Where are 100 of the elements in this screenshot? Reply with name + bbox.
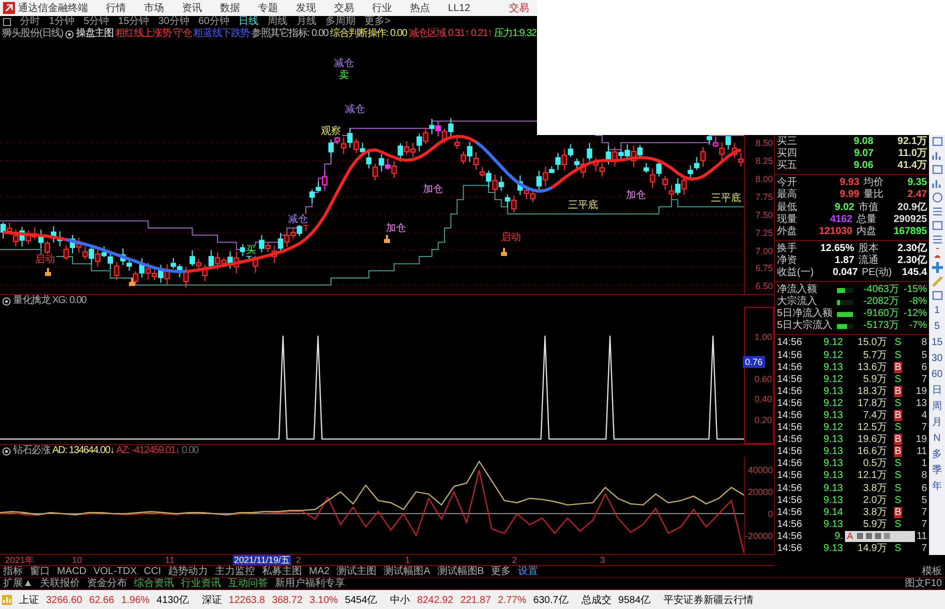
- period-tab[interactable]: 1分钟: [49, 16, 75, 28]
- index-name[interactable]: 上证: [19, 593, 39, 607]
- indicator-name[interactable]: 量化擒龙: [13, 295, 50, 307]
- window-icon[interactable]: [932, 290, 942, 301]
- indicator-legend: 守仓: [173, 28, 192, 40]
- period-button[interactable]: 年: [932, 480, 942, 493]
- quote-value: 2.30亿: [898, 242, 928, 254]
- date-axis-label: 2: [296, 555, 302, 565]
- period-button[interactable]: 60: [931, 368, 943, 381]
- app-title: 通达信金融终端: [18, 2, 88, 15]
- period-button[interactable]: 日: [932, 384, 942, 397]
- menu-item[interactable]: 市场: [144, 1, 164, 15]
- target-icon[interactable]: [2, 446, 11, 456]
- list-icon[interactable]: [932, 206, 942, 217]
- trade-button[interactable]: 交易: [509, 1, 529, 15]
- indicator-value: AD: 134644.00↓: [52, 445, 114, 457]
- period-tab[interactable]: 60分钟: [198, 16, 230, 28]
- indicator-tab[interactable]: 更多: [490, 566, 511, 578]
- indicator-tab[interactable]: 主力监控: [215, 566, 256, 578]
- period-button[interactable]: 月: [932, 416, 942, 429]
- list-icon[interactable]: [932, 234, 942, 245]
- menu-item[interactable]: 行情: [106, 1, 126, 15]
- info-tab[interactable]: 关联报价: [40, 578, 80, 590]
- indicator-tab[interactable]: 测试主图: [336, 566, 377, 578]
- menu-item[interactable]: 数据: [220, 1, 240, 15]
- tick-volume: 7.4万: [863, 410, 887, 422]
- quote-label: 买四: [776, 148, 798, 160]
- period-tab[interactable]: 30分钟: [158, 16, 190, 28]
- f10-button[interactable]: 图文F10: [904, 578, 942, 590]
- indicator-tab[interactable]: MACD: [57, 566, 86, 578]
- tick-count: 5: [920, 350, 928, 362]
- clock-icon[interactable]: [932, 192, 942, 203]
- quote-value: 145.4: [902, 266, 928, 279]
- period-button[interactable]: N: [933, 432, 941, 445]
- cross-icon[interactable]: [932, 262, 942, 273]
- period-button[interactable]: 5: [934, 320, 940, 333]
- period-tab[interactable]: 5分钟: [84, 16, 110, 28]
- indicator-tab[interactable]: MA2: [309, 566, 330, 578]
- flow-amount: -2082万: [862, 296, 899, 308]
- value-axis-label: 1.00: [754, 331, 772, 343]
- period-button[interactable]: 季: [932, 464, 942, 477]
- person-icon[interactable]: [932, 248, 942, 259]
- indicator-tab[interactable]: 测试幅图A: [384, 566, 430, 578]
- index-name[interactable]: 中小: [390, 593, 410, 607]
- period-button[interactable]: 多: [932, 448, 942, 461]
- indicator-legend: 综合判断操作: 0.00: [330, 28, 407, 40]
- period-tab[interactable]: 分时: [20, 16, 40, 28]
- period-button[interactable]: 15: [931, 336, 943, 349]
- quote-label: 换手: [776, 242, 798, 255]
- window-icon[interactable]: [932, 164, 942, 175]
- indicator-value: XG: 0.00: [52, 295, 86, 307]
- period-tab[interactable]: 日线: [238, 16, 258, 28]
- menu-item[interactable]: 交易: [334, 1, 354, 15]
- info-tab[interactable]: 新用户福利专享: [274, 578, 345, 590]
- menu-item[interactable]: 热点: [410, 1, 430, 15]
- indicator-tab[interactable]: 窗口: [30, 566, 50, 578]
- info-tab[interactable]: 行业资讯: [180, 578, 221, 590]
- menu-item[interactable]: 资讯: [182, 1, 202, 15]
- period-tab[interactable]: 更多>: [364, 16, 390, 28]
- signal-label: 三平底: [710, 193, 742, 204]
- indicator-name[interactable]: 钻石必涨: [13, 445, 50, 457]
- window-icon[interactable]: [3, 18, 11, 26]
- template-button[interactable]: 模板: [922, 566, 942, 578]
- menu-item[interactable]: LL12: [448, 2, 470, 14]
- indicator-tab[interactable]: VOL-TDX: [93, 566, 137, 578]
- index-name[interactable]: 深证: [202, 593, 222, 607]
- indicator-tab[interactable]: CCI: [144, 566, 162, 578]
- menu-item[interactable]: 专题: [258, 1, 278, 15]
- settings-tab[interactable]: 设置: [518, 566, 538, 578]
- chart-icon[interactable]: [932, 150, 942, 161]
- period-button[interactable]: 周: [932, 400, 942, 413]
- tick-price: 9.12: [822, 398, 843, 410]
- window-icon[interactable]: [932, 220, 942, 231]
- info-tab[interactable]: 互动问答: [228, 578, 268, 590]
- chart-icon[interactable]: [932, 178, 942, 189]
- info-tab[interactable]: 综合资讯: [134, 578, 174, 590]
- info-tab[interactable]: 资金分布: [86, 578, 127, 590]
- tick-time: 14:56: [776, 494, 804, 507]
- indicator-tab[interactable]: 测试幅图B: [437, 566, 484, 578]
- period-button[interactable]: 1: [934, 304, 940, 317]
- signal-label: 三平底: [567, 200, 599, 211]
- tick-price: 9.13: [822, 434, 843, 446]
- indicator-tab[interactable]: 私募主图: [262, 566, 302, 578]
- indicator-name[interactable]: 操盘主图: [76, 28, 114, 40]
- period-tab[interactable]: 15分钟: [118, 16, 150, 28]
- ime-mode-text[interactable]: A: [847, 531, 854, 542]
- period-button[interactable]: 30: [931, 352, 943, 365]
- menu-item[interactable]: 发现: [296, 1, 316, 15]
- menu-item[interactable]: 行业: [372, 1, 392, 15]
- target-icon[interactable]: [65, 30, 74, 38]
- signal-label: 启动: [34, 254, 56, 265]
- info-tab[interactable]: 扩展▲: [3, 578, 33, 590]
- ime-toolbar[interactable]: A: [845, 530, 915, 542]
- indicator-tab[interactable]: 指标: [3, 566, 23, 578]
- period-tab[interactable]: 周线: [268, 16, 288, 28]
- indicator-tab[interactable]: 趋势动力: [168, 566, 208, 578]
- window-icon[interactable]: [932, 136, 942, 147]
- period-tab[interactable]: 多周期: [326, 16, 356, 28]
- target-icon[interactable]: [2, 296, 11, 306]
- period-tab[interactable]: 月线: [296, 16, 316, 28]
